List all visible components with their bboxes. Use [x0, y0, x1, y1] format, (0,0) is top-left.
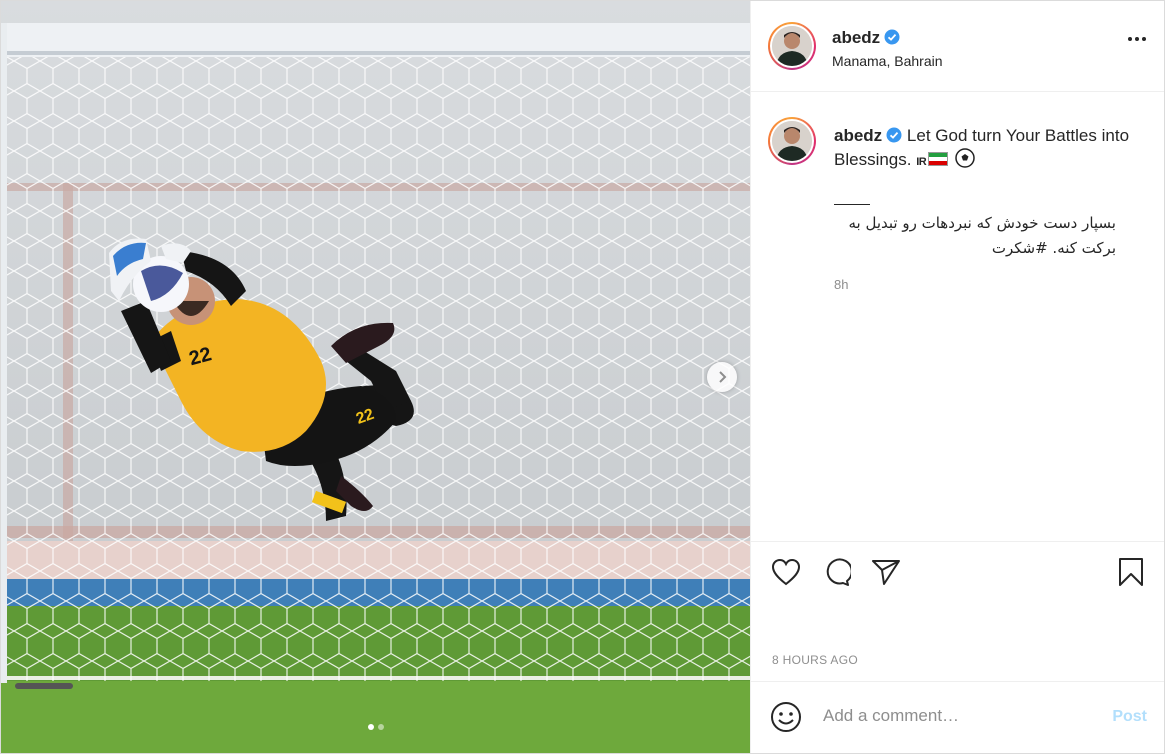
- emoji-button[interactable]: [770, 701, 802, 738]
- carousel-dot-1: [367, 724, 374, 730]
- comment-button[interactable]: [820, 556, 852, 588]
- heart-icon: [771, 558, 801, 586]
- chevron-right-icon: [719, 371, 727, 383]
- save-button[interactable]: [1115, 556, 1147, 588]
- paper-plane-icon: [872, 560, 900, 585]
- instagram-post: 22 22 abedz Manama, Bahrain abedz Let Go…: [0, 0, 1165, 754]
- caption-username[interactable]: abedz: [834, 126, 882, 145]
- bookmark-icon: [1119, 558, 1143, 586]
- post-sidebar: abedz Manama, Bahrain abedz Let God turn…: [750, 1, 1164, 753]
- action-bar: [751, 541, 1164, 602]
- more-options-icon[interactable]: [1128, 37, 1146, 41]
- carousel-next-button[interactable]: [707, 362, 737, 392]
- verified-badge-icon: [886, 127, 902, 143]
- caption-persian: بسپار دست خودش که نبردهات رو تبدیل به بر…: [848, 214, 1116, 257]
- profile-picture: [772, 26, 812, 66]
- smiley-icon: [771, 702, 801, 732]
- post-photo[interactable]: 22 22: [1, 1, 750, 753]
- post-comment-button[interactable]: Post: [1112, 708, 1147, 726]
- header-username[interactable]: abedz: [832, 28, 880, 47]
- carousel-dot-2: [377, 724, 384, 730]
- post-caption: abedz Let God turn Your Battles into Ble…: [834, 124, 1134, 297]
- header-username-row: abedz: [832, 28, 900, 48]
- post-location[interactable]: Manama, Bahrain: [832, 53, 943, 69]
- profile-picture: [772, 121, 812, 161]
- avatar[interactable]: [768, 22, 816, 70]
- caption-time[interactable]: 8h: [834, 273, 1134, 297]
- like-button[interactable]: [770, 556, 802, 588]
- post-header: abedz Manama, Bahrain: [751, 1, 1164, 92]
- comment-input[interactable]: [821, 705, 1105, 727]
- share-button[interactable]: [870, 556, 902, 588]
- add-comment-bar: Post: [751, 681, 1164, 753]
- goalkeeper-photo: 22 22: [1, 1, 750, 753]
- post-timestamp[interactable]: 8 HOURS AGO: [772, 653, 858, 667]
- comments-section: abedz Let God turn Your Battles into Ble…: [751, 93, 1164, 541]
- caption-avatar[interactable]: [768, 117, 816, 165]
- comment-bubble-icon: [826, 558, 851, 586]
- iran-flag-icon: [928, 152, 949, 166]
- carousel-indicator: [1, 724, 750, 730]
- soccer-ball-icon: [955, 148, 975, 168]
- verified-badge-icon: [884, 29, 900, 45]
- caption-separator: [834, 204, 870, 205]
- caption-flag-code: IR: [916, 156, 927, 168]
